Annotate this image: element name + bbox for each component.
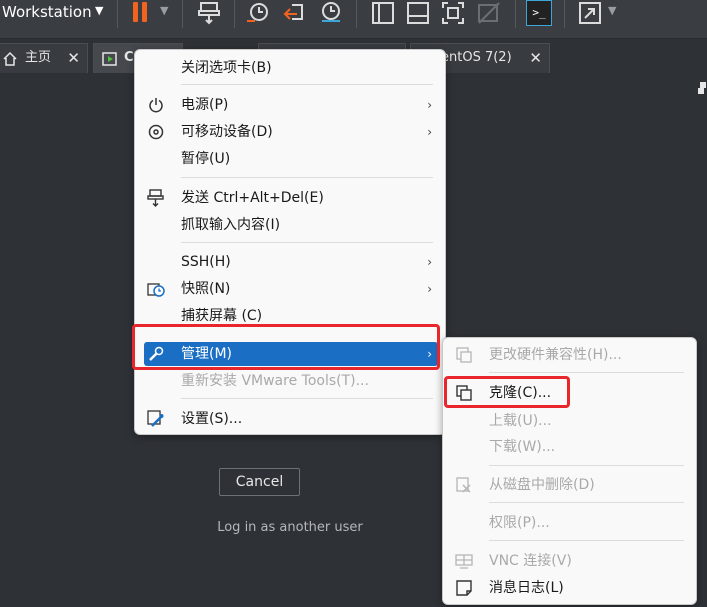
fit-guest-icon[interactable]	[440, 0, 466, 26]
menu-separator	[489, 465, 684, 466]
submenu-item-vnc-connection: VNC 连接(V)	[443, 549, 696, 573]
hardware-compat-icon	[456, 347, 472, 363]
app-title: Workstation	[2, 3, 92, 21]
power-dropdown-icon[interactable]: ▼	[160, 4, 168, 17]
app-menu-dropdown-icon[interactable]: ▼	[95, 4, 103, 17]
submenu-item-delete-from-disk: 从磁盘中删除(D)	[443, 473, 696, 497]
menu-item-send-ctrl-alt-del[interactable]: 发送 Ctrl+Alt+Del(E)	[135, 186, 445, 210]
menu-item-removable-devices[interactable]: 可移动设备(D) ›	[135, 120, 445, 144]
context-menu: 关闭选项卡(B) 电源(P) › 可移动设备(D) › 暂停(U) 发送 Ctr…	[134, 49, 446, 435]
menu-separator	[181, 242, 433, 243]
menu-item-settings[interactable]: 设置(S)...	[135, 407, 445, 431]
unity-disabled-icon	[478, 2, 500, 24]
toolbar-divider	[515, 0, 516, 28]
close-icon[interactable]: ✕	[67, 44, 80, 72]
send-keys-icon[interactable]	[197, 0, 223, 26]
thumbnail-view-icon[interactable]	[405, 0, 431, 26]
menu-item-ssh[interactable]: SSH(H) ›	[135, 250, 445, 274]
message-log-icon	[456, 580, 472, 596]
toolbar-divider	[234, 0, 235, 28]
toolbar-divider	[117, 0, 118, 28]
fullscreen-icon[interactable]	[577, 0, 603, 26]
snapshot-icon[interactable]	[245, 0, 271, 26]
toolbar-divider	[564, 0, 565, 28]
vm-running-icon	[102, 52, 117, 66]
close-icon[interactable]: ✕	[529, 44, 542, 72]
menu-separator	[181, 177, 433, 178]
snapshot-icon	[147, 283, 165, 297]
settings-icon	[147, 410, 164, 427]
toolbar-divider	[182, 0, 183, 28]
submenu-item-message-log[interactable]: 消息日志(L)	[443, 576, 696, 600]
display-resize-icon	[698, 82, 706, 94]
submenu-item-permissions: 权限(P)...	[489, 515, 550, 531]
menu-item-pause[interactable]: 暂停(U)	[135, 147, 445, 171]
removable-device-icon	[148, 124, 164, 140]
menu-item-grab-input[interactable]: 抓取输入内容(I)	[135, 213, 445, 237]
menu-separator	[181, 84, 433, 85]
annotation-box-clone	[444, 376, 570, 408]
submenu-item-change-hardware-compat: 更改硬件兼容性(H)...	[443, 343, 696, 367]
home-icon	[3, 51, 17, 66]
login-another-user-link[interactable]: Log in as another user	[160, 520, 420, 535]
submenu-arrow-icon: ›	[427, 98, 432, 112]
menu-separator	[181, 398, 433, 399]
revert-snapshot-icon[interactable]	[282, 0, 308, 26]
menu-item-close-tab[interactable]: 关闭选项卡(B)	[135, 56, 445, 80]
snapshot-manager-icon[interactable]	[318, 0, 344, 26]
submenu-item-download: 下载(W)...	[489, 439, 556, 455]
menu-item-power[interactable]: 电源(P) ›	[135, 93, 445, 117]
toolbar: Workstation ▼ ▼ >_ ▼	[0, 0, 707, 39]
sidebar-view-icon[interactable]	[370, 0, 396, 26]
submenu-arrow-icon: ›	[427, 255, 432, 269]
submenu-item-upload: 上载(U)...	[489, 413, 552, 429]
tab-home[interactable]: 主页 ✕	[0, 43, 88, 73]
send-keys-icon	[147, 189, 164, 207]
tab-label: entOS 7(2)	[441, 50, 512, 65]
vnc-icon	[455, 554, 473, 569]
console-view-icon[interactable]: >_	[526, 0, 552, 26]
menu-separator	[489, 540, 684, 541]
submenu-arrow-icon: ›	[427, 282, 432, 296]
submenu-arrow-icon: ›	[427, 125, 432, 139]
fullscreen-dropdown-icon[interactable]: ▼	[608, 4, 616, 17]
menu-item-snapshot[interactable]: 快照(N) ›	[135, 277, 445, 301]
delete-from-disk-icon	[456, 477, 471, 493]
toolbar-divider	[356, 0, 357, 28]
menu-separator	[489, 372, 684, 373]
menu-separator	[489, 502, 684, 503]
tab-label: 主页	[25, 50, 52, 65]
pause-icon[interactable]	[128, 0, 154, 26]
menu-item-reinstall-vmware-tools: 重新安装 VMware Tools(T)...	[181, 373, 369, 389]
cancel-button[interactable]: Cancel	[219, 468, 300, 496]
power-icon	[149, 98, 163, 113]
annotation-box-manage	[132, 324, 440, 370]
